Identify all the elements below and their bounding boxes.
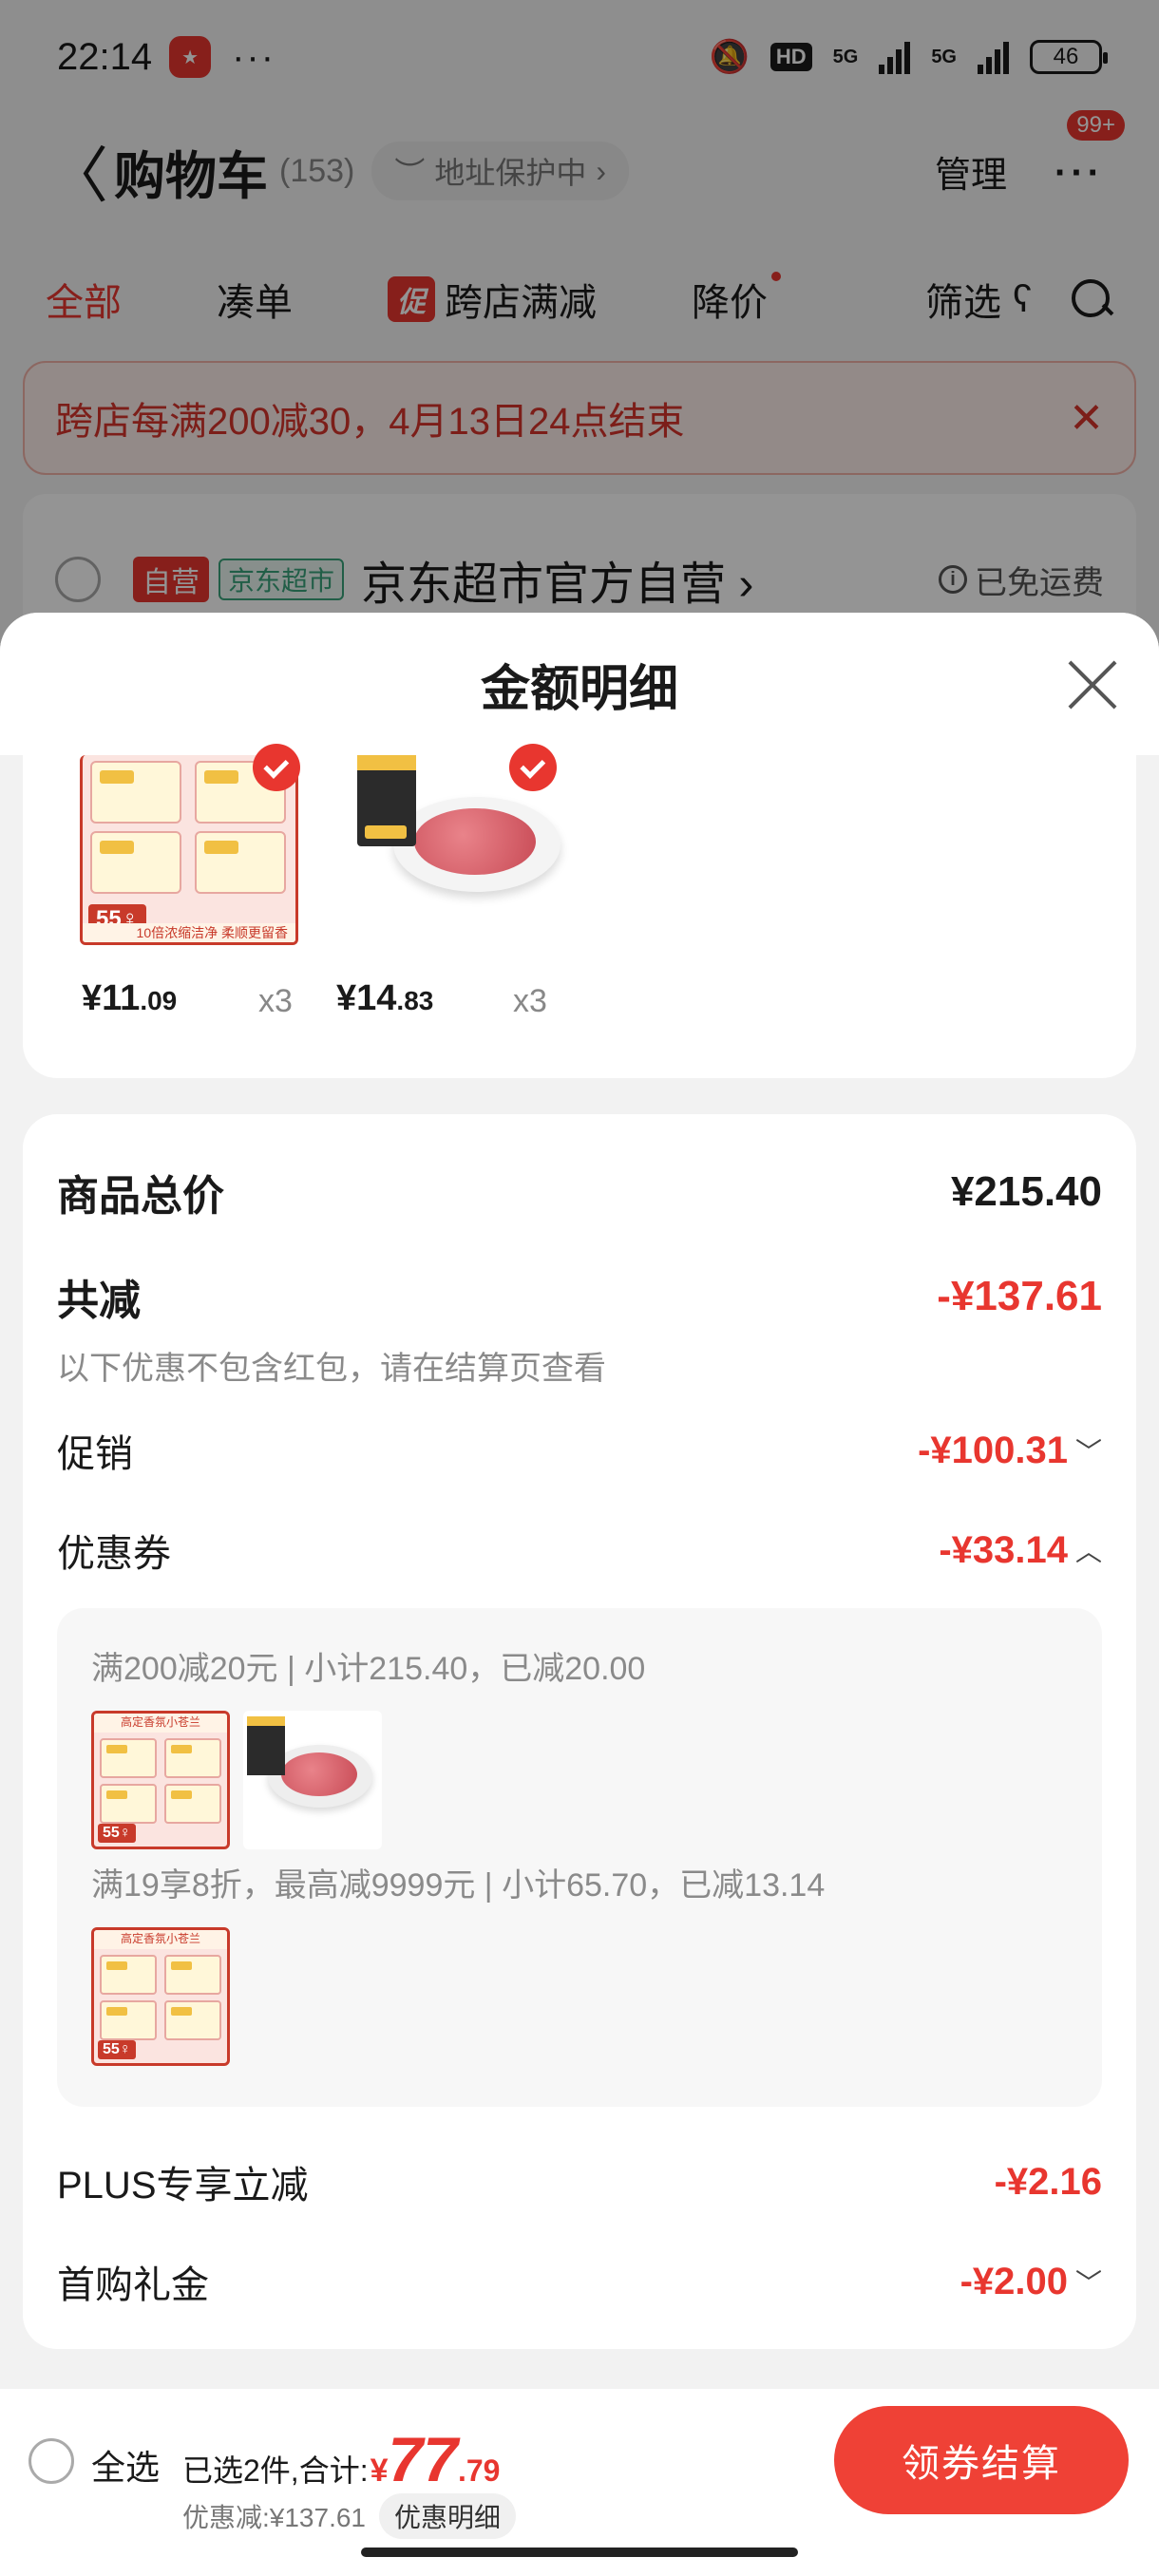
first-purchase-gift-label: 首购礼金 (57, 2264, 209, 2306)
tissue-thumbnail: 高定香氛小苍兰 55♀ (91, 1927, 230, 2066)
size-label: 55♀ (98, 1824, 136, 1843)
total-price-label: 商品总价 (57, 1173, 224, 1220)
total-reduction-value: -¥137.61 (937, 1273, 1102, 1319)
total-integer: 77 (388, 2424, 458, 2494)
currency-symbol: ¥ (336, 978, 357, 1018)
checkout-button[interactable]: 领券结算 (834, 2406, 1129, 2514)
size-label: 55♀ (98, 2040, 136, 2059)
select-all-label[interactable]: 全选 (91, 2440, 160, 2490)
thumbnail-title: 高定香氛小苍兰 (94, 1714, 227, 1733)
plus-discount-label: PLUS专享立减 (57, 2165, 309, 2207)
total-decimal: .79 (457, 2453, 501, 2488)
product-quantity: x3 (258, 983, 293, 1019)
promotion-value: -¥100.31 (918, 1429, 1068, 1471)
total-price-value: ¥215.40 (950, 1168, 1102, 1215)
first-purchase-gift-value: -¥2.00 (960, 2260, 1068, 2302)
total-reduction-row: 共减 -¥137.61 (57, 1266, 1102, 1327)
price-decimal: .09 (140, 986, 178, 1015)
first-purchase-gift-value-group: -¥2.00 ﹀ (960, 2261, 1102, 2303)
price-integer: 14 (356, 978, 397, 1018)
promotion-label: 促销 (57, 1433, 133, 1475)
plus-discount-value: -¥2.16 (994, 2160, 1102, 2203)
discount-detail-button[interactable]: 优惠明细 (379, 2493, 517, 2539)
product-price: ¥ 11 .09 (82, 978, 177, 1019)
promotion-row[interactable]: 促销 -¥100.31 ﹀ (57, 1423, 1102, 1478)
modal-overlay[interactable] (0, 0, 1159, 665)
selected-products-card: 55♀ 10倍浓缩洁净 柔顺更留香 ¥ 11 .09 x3 ¥ 14 .83 x… (23, 744, 1136, 1078)
discount-summary: 优惠减:¥137.61 优惠明细 (182, 2493, 517, 2539)
selected-count-label: 已选2件,合计: (182, 2453, 369, 2488)
chevron-up-icon: ︿ (1074, 1537, 1102, 1566)
coupon-detail-box: 满200减20元 | 小计215.40，已减20.00 高定香氛小苍兰 55♀ … (57, 1608, 1102, 2107)
currency-symbol: ¥ (370, 2453, 389, 2489)
promotion-value-group: -¥100.31 ﹀ (918, 1430, 1102, 1472)
price-decimal: .83 (396, 986, 434, 1015)
price-summary-card: 商品总价 ¥215.40 共减 -¥137.61 以下优惠不包含红包，请在结算页… (23, 1114, 1136, 2349)
discount-amount: 优惠减:¥137.61 (182, 2503, 366, 2532)
ground-beef-thumbnail (243, 1711, 382, 1849)
sheet-title: 金额明细 (480, 661, 678, 717)
coupon-value-group: -¥33.14 ︿ (939, 1529, 1102, 1572)
sheet-header: 金额明细 (0, 613, 1159, 755)
coupon-row[interactable]: 优惠券 -¥33.14 ︿ (57, 1523, 1102, 1578)
close-icon[interactable] (1066, 658, 1119, 711)
plus-discount-row: PLUS专享立减 -¥2.16 (57, 2154, 1102, 2209)
coupon-line: 满19享8折，最高减9999元 | 小计65.70，已减13.14 (91, 1867, 826, 1904)
first-purchase-gift-row[interactable]: 首购礼金 -¥2.00 ﹀ (57, 2254, 1102, 2309)
select-all-checkbox[interactable] (28, 2438, 74, 2484)
coupon-line: 满200减20元 | 小计215.40，已减20.00 (91, 1651, 646, 1687)
home-indicator[interactable] (361, 2548, 798, 2557)
thumbnail-title: 高定香氛小苍兰 (94, 1930, 227, 1949)
checked-icon (509, 744, 557, 791)
selected-total: 已选2件,合计: ¥ 77 .79 (182, 2423, 500, 2495)
reduction-note: 以下优惠不包含红包，请在结算页查看 (57, 1351, 606, 1387)
price-integer: 11 (102, 978, 141, 1018)
product-item[interactable]: 55♀ 10倍浓缩洁净 柔顺更留香 (80, 744, 300, 945)
tissue-thumbnail: 高定香氛小苍兰 55♀ (91, 1711, 230, 1849)
total-reduction-label: 共减 (57, 1278, 141, 1324)
amount-detail-sheet: 金额明细 55♀ 10倍浓缩洁净 柔顺更留香 ¥ 11 .09 x3 ¥ 14 … (0, 613, 1159, 2389)
total-price-row: 商品总价 ¥215.40 (57, 1162, 1102, 1222)
checked-icon (253, 744, 300, 791)
checkout-bar: 全选 已选2件,合计: ¥ 77 .79 优惠减:¥137.61 优惠明细 领券… (0, 2389, 1159, 2576)
coupon-value: -¥33.14 (939, 1528, 1068, 1571)
product-item[interactable] (355, 744, 574, 945)
product-slogan: 10倍浓缩洁净 柔顺更留香 (83, 923, 295, 942)
coupon-label: 优惠券 (57, 1533, 171, 1575)
chevron-down-icon: ﹀ (1074, 1437, 1102, 1467)
currency-symbol: ¥ (82, 978, 103, 1018)
product-price: ¥ 14 .83 (336, 978, 433, 1019)
chevron-down-icon: ﹀ (1074, 2268, 1102, 2298)
product-quantity: x3 (513, 983, 547, 1019)
